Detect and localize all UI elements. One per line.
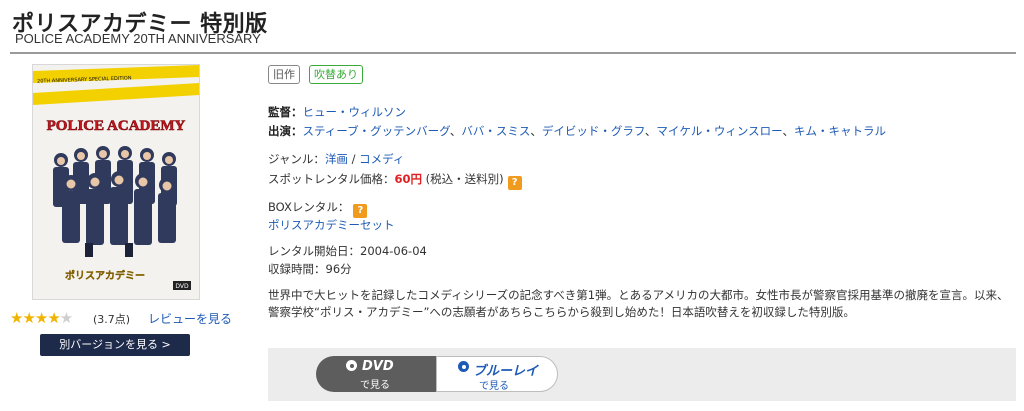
other-version-button[interactable]: 別バージョンを見る > [40, 334, 190, 356]
dvd-format-sub: で見る [360, 380, 390, 391]
rental-start-row: レンタル開始日：2004-06-04 [268, 243, 427, 259]
rating-stars: ★★★★★ [10, 309, 73, 327]
cast-separator: 、 [644, 124, 657, 138]
disc-icon [458, 361, 469, 372]
english-title: POLICE ACADEMY 20TH ANNIVERSARY [15, 31, 261, 46]
bluray-format-sub: で見る [479, 381, 509, 392]
box-set-link[interactable]: ポリスアカデミーセット [268, 218, 395, 232]
cast-separator: 、 [530, 124, 542, 138]
title-divider [10, 52, 1016, 54]
cast-link[interactable]: マイケル・ウィンスロー [656, 124, 782, 138]
bluray-format-button[interactable]: ブルーレイ で見る [436, 356, 558, 392]
cast-row: 出演：スティーブ・グッテンバーグ、ババ・スミス、デイビッド・グラフ、マイケル・ウ… [268, 123, 886, 139]
poster-logo: POLICE ACADEMY [47, 118, 186, 134]
dvd-cover-image[interactable]: 20TH ANNIVERSARY SPECIAL EDITION POLICE … [32, 64, 200, 300]
disc-icon [346, 360, 357, 371]
director-row: 監督：ヒュー・ウィルソン [268, 104, 406, 120]
rental-start-label: レンタル開始日： [268, 244, 360, 258]
director-label: 監督： [268, 105, 303, 119]
cast-link[interactable]: ババ・スミス [461, 124, 530, 138]
synopsis: 世界中で大ヒットを記録したコメディシリーズの記念すべき第1弾。とあるアメリカの大… [268, 288, 1009, 319]
dvd-format-button[interactable]: DVD で見る [316, 356, 436, 392]
genre-label: ジャンル： [268, 152, 325, 166]
runtime-label: 収録時間： [268, 262, 326, 276]
genre-separator: / [347, 152, 360, 166]
director-link[interactable]: ヒュー・ウィルソン [303, 105, 407, 119]
cast-separator: 、 [449, 124, 462, 138]
help-icon[interactable]: ? [353, 204, 368, 218]
rental-start-value: 2004-06-04 [360, 244, 427, 258]
cast-separator: 、 [782, 124, 795, 138]
spot-rental-row: スポットレンタル価格：60円 (税込・送料別)? [268, 171, 522, 190]
cast-link[interactable]: デイビッド・グラフ [542, 124, 645, 138]
genre-link-secondary[interactable]: コメディ [359, 152, 404, 166]
cast-link[interactable]: キム・キャトラル [794, 124, 886, 138]
rating-score: (3.7点) [93, 313, 131, 326]
genre-row: ジャンル：洋画 / コメディ [268, 151, 404, 167]
dvd-badge: DVD [175, 283, 189, 290]
runtime-value: 96分 [325, 262, 352, 276]
star-icon-empty: ★ [59, 309, 73, 327]
box-set-row: ポリスアカデミーセット [268, 217, 395, 233]
box-rental-row: BOXレンタル：? [268, 199, 368, 218]
cast-link[interactable]: スティーブ・グッテンバーグ [303, 124, 450, 138]
dvd-format-title: DVD [362, 359, 394, 374]
tax-note: (税込・送料別) [422, 172, 504, 186]
spot-rental-label: スポットレンタル価格： [268, 172, 395, 186]
spot-rental-price: 60円 [394, 172, 423, 186]
dubbed-tag: 吹替あり [309, 65, 363, 84]
see-reviews-link[interactable]: レビューを見る [148, 310, 232, 327]
poster-jp-logo: ポリスアカデミー [65, 269, 145, 282]
runtime-row: 収録時間：96分 [268, 261, 352, 277]
cast-label: 出演： [268, 124, 303, 138]
box-rental-label: BOXレンタル： [268, 200, 350, 214]
star-icons-filled: ★★★★ [10, 309, 61, 327]
old-release-tag: 旧作 [268, 65, 300, 84]
genre-link-primary[interactable]: 洋画 [325, 152, 348, 166]
help-icon[interactable]: ? [507, 176, 522, 190]
